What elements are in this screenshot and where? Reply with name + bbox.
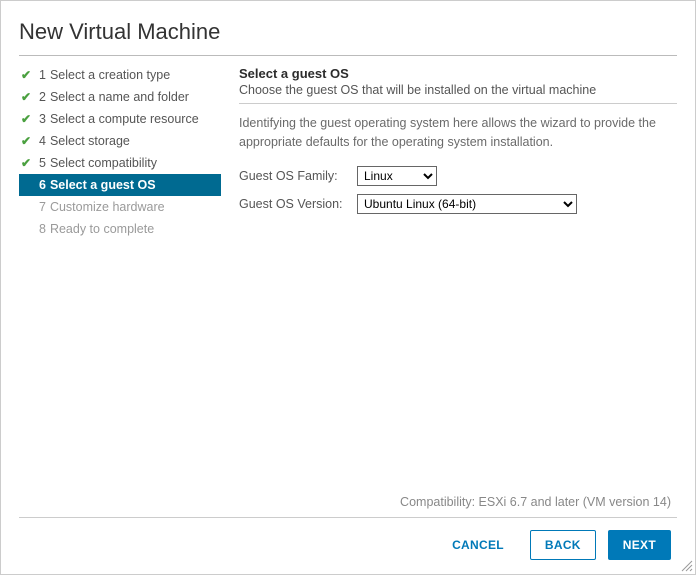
step-4[interactable]: ✔ 4 Select storage: [19, 130, 221, 152]
check-icon: ✔: [21, 179, 35, 191]
step-1[interactable]: ✔ 1 Select a creation type: [19, 64, 221, 86]
step-number: 2: [39, 90, 46, 104]
step-2[interactable]: ✔ 2 Select a name and folder: [19, 86, 221, 108]
step-number: 8: [39, 222, 46, 236]
check-icon: ✔: [21, 201, 35, 213]
content-subheading: Choose the guest OS that will be install…: [239, 83, 677, 97]
step-label: Select a name and folder: [50, 90, 189, 104]
resize-handle-icon: [679, 558, 693, 572]
wizard-body: ✔ 1 Select a creation type ✔ 2 Select a …: [19, 60, 677, 517]
divider: [19, 55, 677, 56]
wizard-content: Select a guest OS Choose the guest OS th…: [221, 60, 677, 517]
guest-os-family-select[interactable]: Linux: [357, 166, 437, 186]
back-button[interactable]: BACK: [530, 530, 596, 560]
step-number: 3: [39, 112, 46, 126]
step-number: 7: [39, 200, 46, 214]
step-label: Select a creation type: [50, 68, 170, 82]
check-icon: ✔: [21, 157, 35, 169]
step-label: Select a compute resource: [50, 112, 199, 126]
step-label: Customize hardware: [50, 200, 165, 214]
check-icon: ✔: [21, 69, 35, 81]
dialog-title: New Virtual Machine: [19, 19, 677, 45]
guest-os-family-row: Guest OS Family: Linux: [239, 166, 677, 186]
step-label: Select a guest OS: [50, 178, 156, 192]
divider: [239, 103, 677, 104]
wizard-steps: ✔ 1 Select a creation type ✔ 2 Select a …: [19, 60, 221, 517]
check-icon: ✔: [21, 223, 35, 235]
step-6[interactable]: ✔ 6 Select a guest OS: [19, 174, 221, 196]
step-7: ✔ 7 Customize hardware: [19, 196, 221, 218]
compatibility-note: Compatibility: ESXi 6.7 and later (VM ve…: [239, 495, 677, 517]
cancel-button[interactable]: CANCEL: [438, 531, 518, 559]
guest-os-version-row: Guest OS Version: Ubuntu Linux (64-bit): [239, 194, 677, 214]
step-label: Ready to complete: [50, 222, 154, 236]
check-icon: ✔: [21, 91, 35, 103]
step-label: Select storage: [50, 134, 130, 148]
guest-os-family-label: Guest OS Family:: [239, 169, 357, 183]
guest-os-version-select[interactable]: Ubuntu Linux (64-bit): [357, 194, 577, 214]
wizard-footer: CANCEL BACK NEXT: [19, 517, 677, 574]
check-icon: ✔: [21, 135, 35, 147]
step-number: 6: [39, 178, 46, 192]
new-vm-wizard: New Virtual Machine ✔ 1 Select a creatio…: [1, 1, 695, 574]
guest-os-version-label: Guest OS Version:: [239, 197, 357, 211]
step-3[interactable]: ✔ 3 Select a compute resource: [19, 108, 221, 130]
content-description: Identifying the guest operating system h…: [239, 114, 677, 152]
check-icon: ✔: [21, 113, 35, 125]
step-number: 1: [39, 68, 46, 82]
next-button[interactable]: NEXT: [608, 530, 671, 560]
content-heading: Select a guest OS: [239, 66, 677, 81]
step-number: 5: [39, 156, 46, 170]
step-number: 4: [39, 134, 46, 148]
step-8: ✔ 8 Ready to complete: [19, 218, 221, 240]
step-5[interactable]: ✔ 5 Select compatibility: [19, 152, 221, 174]
step-label: Select compatibility: [50, 156, 157, 170]
